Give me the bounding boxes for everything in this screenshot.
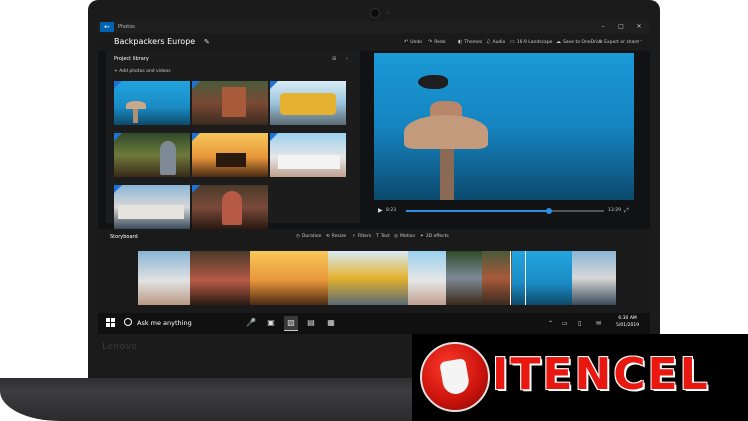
used-marker (192, 81, 200, 89)
used-marker (270, 81, 278, 89)
storyboard: Storyboard ◷ Duration ⟲ Resize ✧ Filters TT… (98, 229, 650, 313)
battery-icon[interactable]: ▯ (578, 318, 581, 329)
itencel-shield-logo-icon (420, 342, 490, 412)
duration-button[interactable]: ◷ Duration (296, 234, 321, 239)
pencil-icon[interactable]: ✎ (204, 36, 210, 48)
preview-bird (418, 75, 448, 89)
library-thumbnail[interactable] (270, 81, 346, 125)
3d-effects-button[interactable]: ✦ 3D effects (420, 234, 449, 239)
themes-button[interactable]: ◐ Themes (458, 38, 482, 47)
cortana-search[interactable]: Ask me anything (124, 318, 192, 329)
command-bar: Backpackers Europe ✎ ↶ Undo ↷ Redo ◐ Themes… (98, 33, 650, 51)
maximize-button[interactable]: □ (614, 21, 628, 33)
used-marker (114, 185, 122, 193)
webcam-icon (370, 8, 380, 18)
library-title: Project library (114, 56, 149, 62)
undo-button[interactable]: ↶ Undo (404, 38, 422, 47)
taskbar: Ask me anything 🎤 ▣ ▨ ▤ ▦ ⌃ ▭ ▯ ✉ 6:30 A… (98, 313, 650, 334)
itencel-banner: ITENCEL (412, 334, 748, 421)
storyboard-title: Storyboard (110, 234, 138, 240)
more-button[interactable]: ⋯ (638, 38, 643, 46)
add-media-button[interactable]: + Add photos and videos (114, 69, 171, 74)
clock-date: 5/01/2019 (616, 323, 640, 328)
storyboard-clip[interactable] (446, 251, 482, 305)
preview-lamp-shade (404, 115, 488, 149)
task-view-icon[interactable]: ▣ (264, 316, 278, 330)
save-onedrive-button[interactable]: ☁ Save to OneDrive (556, 38, 603, 47)
network-icon[interactable]: ▭ (562, 318, 568, 329)
file-explorer-icon[interactable]: ▤ (304, 316, 318, 330)
app-name: Photos (118, 24, 135, 30)
video-preview[interactable] (374, 53, 634, 200)
webcam-led (386, 11, 389, 14)
motion-button[interactable]: ◎ Motion (394, 234, 415, 239)
used-marker (270, 133, 278, 141)
tray-chevron-icon[interactable]: ⌃ (548, 318, 553, 329)
project-library: Project library + Add photos and videos … (106, 51, 360, 229)
preview-lamp-pole (440, 149, 454, 200)
export-share-button[interactable]: ⇪ Export or share (598, 38, 639, 47)
library-thumbnail[interactable] (270, 133, 346, 177)
library-thumbnail[interactable] (192, 81, 268, 125)
storyboard-clip[interactable] (190, 251, 250, 305)
library-thumbnail[interactable] (114, 81, 190, 125)
seek-handle[interactable] (545, 208, 552, 214)
used-marker (192, 133, 200, 141)
storyboard-clip[interactable] (408, 251, 446, 305)
play-icon[interactable]: ▶ (378, 206, 383, 216)
used-marker (114, 81, 122, 89)
aspect-ratio-button[interactable]: ▭ 16:9 Landscape (510, 38, 552, 47)
library-thumbnail[interactable] (192, 185, 268, 229)
filters-button[interactable]: ✧ Filters (352, 234, 371, 239)
title-bar: ← Photos – □ ✕ (98, 21, 650, 33)
library-thumbnail[interactable] (114, 133, 190, 177)
cortana-icon (124, 318, 132, 326)
close-button[interactable]: ✕ (632, 21, 646, 33)
collapse-icon[interactable]: ‹ (346, 56, 348, 62)
storyboard-clip[interactable] (482, 251, 512, 305)
store-icon[interactable]: ▦ (324, 316, 338, 330)
storyboard-clip[interactable] (572, 251, 616, 305)
playhead-marker[interactable] (510, 251, 526, 305)
screen: ← Photos – □ ✕ Backpackers Europe ✎ ↶ Und… (98, 21, 650, 334)
current-time: 8:23 (386, 208, 397, 213)
audio-button[interactable]: ♫ Audio (486, 38, 505, 47)
total-time: 13:29 (608, 208, 621, 213)
clock-time: 6:30 AM (618, 316, 637, 321)
seek-slider[interactable] (406, 208, 604, 214)
storyboard-clip[interactable] (250, 251, 328, 305)
windows-start-icon[interactable] (106, 318, 116, 328)
used-marker (114, 133, 122, 141)
storyboard-clip[interactable] (328, 251, 408, 305)
library-thumbnail[interactable] (192, 133, 268, 177)
playback-bar: ▶ 8:23 13:29 ⤢ (374, 206, 634, 216)
minimize-button[interactable]: – (596, 21, 610, 33)
library-thumbnail[interactable] (114, 185, 190, 229)
resize-button[interactable]: ⟲ Resize (326, 234, 346, 239)
photos-app-icon[interactable]: ▨ (284, 316, 298, 331)
microphone-icon[interactable]: 🎤 (244, 316, 258, 330)
fullscreen-icon[interactable]: ⤢ (624, 206, 629, 216)
back-button[interactable]: ← (100, 22, 114, 32)
taskbar-clock[interactable]: 6:30 AM 5/01/2019 (616, 315, 639, 329)
notification-icon[interactable]: ✉ (596, 318, 601, 329)
project-title[interactable]: Backpackers Europe (114, 36, 195, 48)
storyboard-clip[interactable] (138, 251, 190, 305)
seek-progress (406, 210, 549, 212)
text-button[interactable]: T Text (376, 234, 390, 239)
grid-view-icon[interactable]: ⊞ (332, 56, 336, 62)
used-marker (192, 185, 200, 193)
storyboard-strip (138, 251, 616, 305)
itencel-wordmark: ITENCEL (492, 349, 710, 400)
lenovo-logo: Lenovo (102, 342, 138, 352)
redo-button[interactable]: ↷ Redo (428, 38, 446, 47)
